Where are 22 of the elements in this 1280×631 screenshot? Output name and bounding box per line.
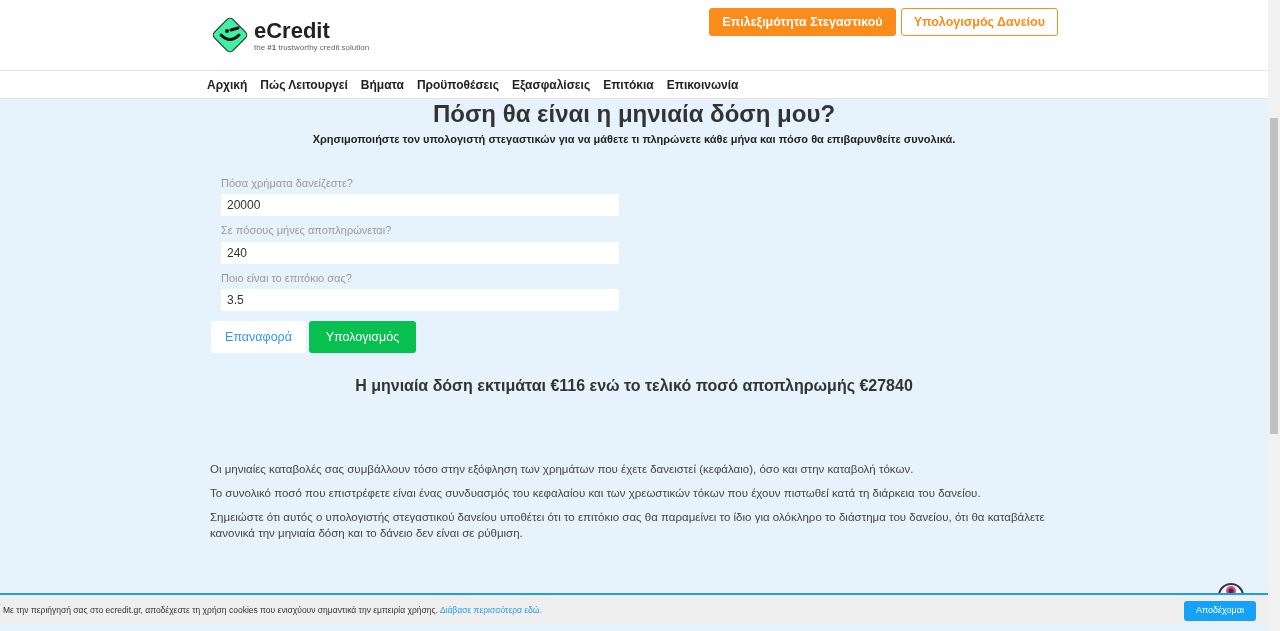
subheading: Χρησιμοποιήστε τον υπολογιστή στεγαστικών για να μάθετε τι πληρώνετε κάθε μήνα και πόσο θα επιβαρυνθείτε συνολικά. [311,132,957,147]
nav-link[interactable]: Βήματα [360,75,404,94]
page-heading: Πόση θα είναι η μηνιαία δόση μου? [432,101,836,127]
input-field[interactable]: 3.5 [221,289,619,311]
nav-link[interactable]: Εξασφαλίσεις [511,75,591,94]
input-field[interactable]: 20000 [221,194,619,216]
nav-link[interactable]: Επιτόκια [603,75,654,94]
result-text: Η μηνιαία δόση εκτιμάται €116 ενώ το τελικό ποσό αποπληρωμής €27840 [354,376,914,396]
paragraph: Σημειώστε ότι αυτός ο υπολογιστής στεγαστικού δανείου υποθέτει ότι το επιτόκιο σας θα παραμείνει το ίδιο για ολόκληρο το διάστημα του δανείου, ότι θα καταβάλετε κανονικά την μηνιαία δόση και το δάνειο δεν είναι σε ρύθμιση. [210,510,1046,541]
paragraph: Το συνολικό ποσό που επιστρέφετε είναι ένας συνδυασμός του κεφαλαίου και των χρεωστικών τόκων που έχουν πιστωθεί κατά τη διάρκεια του δανείου. [210,486,982,501]
cookie-text: Με την περιήγησή σας στο ecredit.gr, αποδέχεστε τη χρήση cookies που ενισχύουν σημαντικά την εμπειρία χρήσης. Διάβασε περισσότερα εδώ. [3,603,542,617]
nav-link[interactable]: Αρχική [207,75,248,94]
nav-link[interactable]: Πώς Λειτουργεί [260,75,348,94]
field-label: Πόσα χρήματα δανείζεστε? [221,175,353,191]
logo-name: eCredit [254,18,331,43]
field-label: Σε πόσους μήνες αποπληρώνεται? [221,223,392,238]
input-field[interactable]: 240 [221,241,619,264]
logo-tagline: the #1 trustworthy credit solution [254,42,370,52]
paragraph: Οι μηνιαίες καταβολές σας συμβάλλουν τόσο στην εξόφληση των χρημάτων που έχετε δανειστεί (κεφάλαιο), όσο και στην καταβολή τόκων. [210,462,915,477]
nav-link[interactable]: Επικοινωνία [666,75,739,94]
field-label: Ποιο είναι το επιτόκιο σας? [221,270,352,286]
nav-link[interactable]: Προϋποθέσεις [416,75,499,94]
